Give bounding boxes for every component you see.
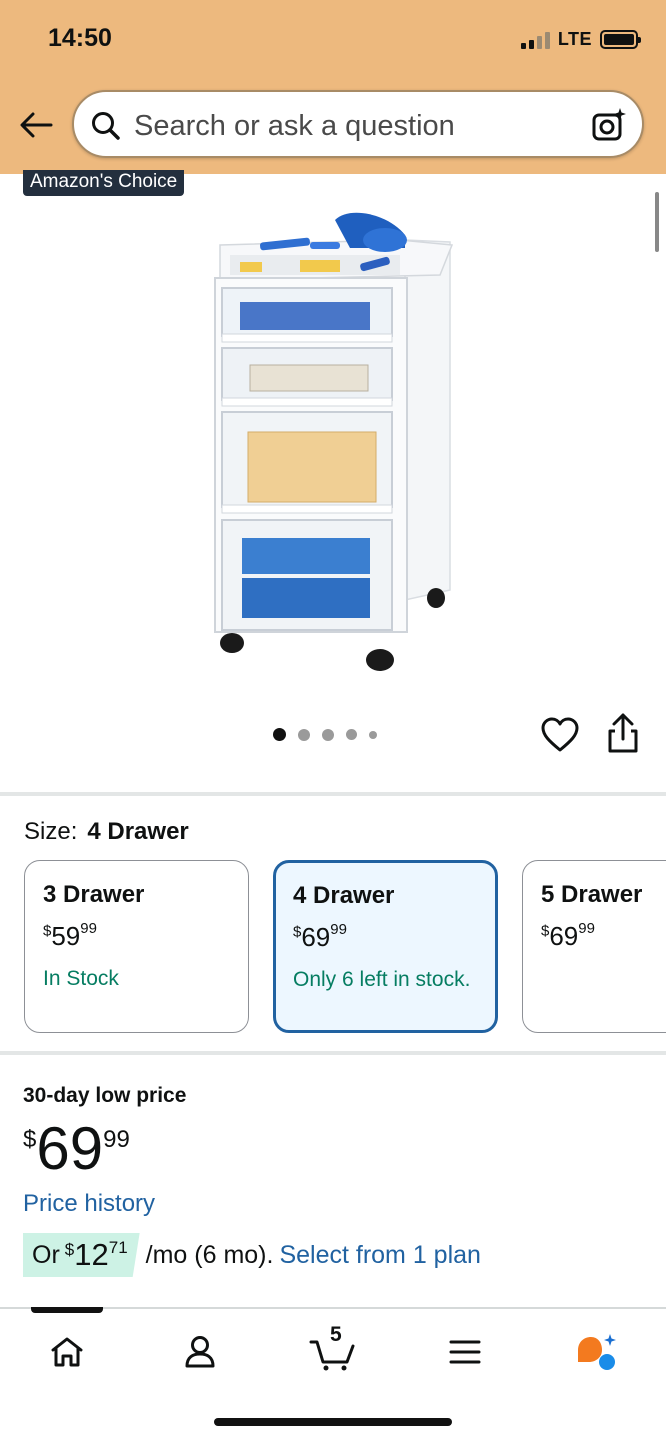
monthly-payment-row: Or $12 71 /mo (6 mo). Select from 1 plan <box>23 1233 481 1277</box>
share-icon[interactable] <box>602 712 644 756</box>
camera-search-icon[interactable] <box>590 106 628 144</box>
nav-home[interactable] <box>37 1327 97 1377</box>
size-option-stock: Only 6 left in stock. <box>293 968 471 991</box>
size-option-name: 5 Drawer <box>541 881 643 908</box>
account-icon <box>185 1336 215 1368</box>
section-divider <box>0 1051 666 1055</box>
size-option-price: $6999 <box>541 920 595 951</box>
home-indicator[interactable] <box>214 1418 452 1426</box>
nav-rufus[interactable] <box>566 1327 626 1377</box>
search-icon <box>92 112 120 140</box>
thirty-day-low-label: 30-day low price <box>23 1084 187 1107</box>
search-bar[interactable]: Search or ask a question <box>72 90 644 158</box>
image-dot-2[interactable] <box>298 728 310 741</box>
home-icon <box>51 1337 83 1367</box>
cart-count-badge: 5 <box>330 1323 342 1346</box>
search-input[interactable]: Search or ask a question <box>134 110 455 143</box>
battery-icon <box>600 30 641 49</box>
image-pagination-dots[interactable] <box>273 728 377 741</box>
scroll-indicator <box>655 192 659 252</box>
size-option-price: $5999 <box>43 920 97 951</box>
image-dot-1[interactable] <box>273 728 286 741</box>
image-dot-4[interactable] <box>346 729 357 740</box>
size-label: Size: 4 Drawer <box>24 818 189 846</box>
rufus-assistant-icon <box>578 1334 616 1370</box>
size-label-text: Size: <box>24 818 78 845</box>
amazons-choice-badge: Amazon's Choice <box>23 170 185 196</box>
monthly-price-badge: Or $12 71 <box>23 1233 140 1277</box>
size-option-stock: In Stock <box>43 967 119 990</box>
network-type: LTE <box>557 29 592 49</box>
select-plan-link[interactable]: Select from 1 plan <box>279 1241 481 1270</box>
status-time: 14:50 <box>48 24 112 52</box>
status-indicators: LTE <box>520 29 641 50</box>
size-option-name: 3 Drawer <box>43 881 145 908</box>
image-dot-5[interactable] <box>369 730 377 739</box>
size-option-3-drawer[interactable]: 3 Drawer $5999 In Stock <box>24 860 249 1033</box>
section-divider <box>0 792 666 796</box>
nav-account[interactable] <box>170 1327 230 1377</box>
price-history-link[interactable]: Price history <box>23 1190 155 1218</box>
size-option-5-drawer[interactable]: 5 Drawer $6999 <box>522 860 666 1033</box>
cellular-signal-icon <box>520 31 550 49</box>
nav-menu[interactable] <box>435 1327 495 1377</box>
product-price: $6999 <box>23 1115 130 1182</box>
size-option-4-drawer[interactable]: 4 Drawer $6999 Only 6 left in stock. <box>273 860 498 1033</box>
size-option-price: $6999 <box>293 921 347 952</box>
selected-size: 4 Drawer <box>87 818 189 845</box>
product-image[interactable] <box>200 200 470 680</box>
monthly-term: /mo (6 mo). <box>145 1240 274 1269</box>
back-button[interactable] <box>14 103 58 147</box>
heart-icon[interactable] <box>539 714 581 756</box>
back-arrow-icon <box>20 112 53 138</box>
menu-icon <box>449 1340 481 1364</box>
size-option-name: 4 Drawer <box>293 882 395 909</box>
app-header: 14:50 LTE Search or ask a question <box>0 0 666 174</box>
active-tab-indicator <box>31 1307 103 1313</box>
image-dot-3[interactable] <box>322 728 334 741</box>
